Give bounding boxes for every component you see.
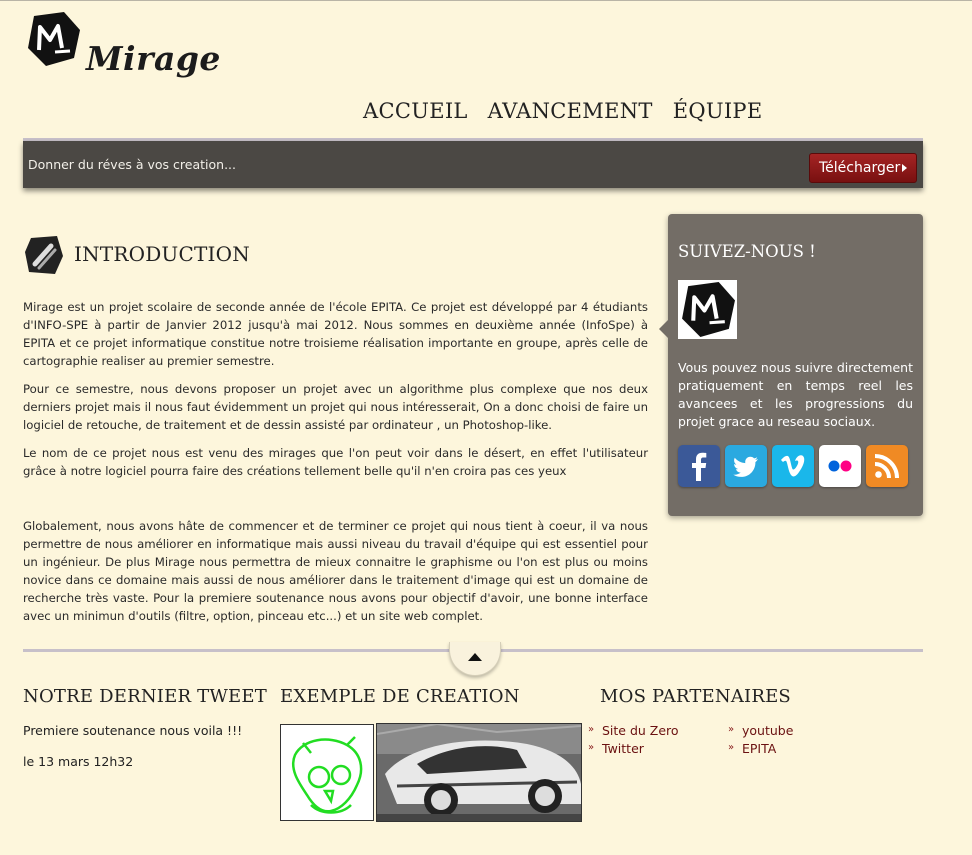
panel-pointer: [659, 320, 668, 338]
chevron-right-icon: »: [588, 742, 595, 753]
tweet-title: NOTRE DERNIER TWEET: [23, 686, 267, 707]
vimeo-icon[interactable]: [772, 445, 814, 487]
follow-us-panel: SUIVEZ-NOUS ! Vous pouvez nous suivre di…: [659, 214, 923, 516]
partner-link-epita[interactable]: EPITA: [742, 741, 776, 756]
tweet-date: le 13 mars 12h32: [23, 754, 134, 769]
banner-tagline: Donner du réves à vos creation...: [28, 157, 236, 172]
scroll-top-button[interactable]: [449, 642, 501, 676]
partner-link-youtube[interactable]: youtube: [742, 723, 793, 738]
partners-title: MOS PARTENAIRES: [600, 686, 791, 707]
partner-link-site-du-zero[interactable]: Site du Zero: [602, 723, 679, 738]
twitter-icon[interactable]: [725, 445, 767, 487]
avatar: [678, 280, 737, 339]
creation-thumbnail-drawing[interactable]: [280, 724, 374, 821]
tweet-text: Premiere soutenance nous voila !!!: [23, 723, 243, 738]
follow-us-text: Vous pouvez nous suivre directement prat…: [678, 360, 913, 429]
nav-equipe[interactable]: ÉQUIPE: [673, 99, 763, 123]
intro-paragraph: Mirage est un projet scolaire de seconde…: [23, 300, 648, 368]
partner-link-twitter[interactable]: Twitter: [602, 741, 644, 756]
pencil-icon: [23, 234, 65, 276]
chevron-right-icon: »: [728, 742, 735, 753]
social-links: [678, 445, 908, 487]
facebook-icon[interactable]: [678, 445, 720, 487]
chevron-right-icon: »: [588, 724, 595, 735]
logo-text[interactable]: Mirage: [86, 39, 221, 78]
arrow-right-icon: [902, 164, 907, 172]
rss-icon[interactable]: [866, 445, 908, 487]
intro-title: INTRODUCTION: [74, 242, 250, 266]
chevron-right-icon: »: [728, 724, 735, 735]
creation-thumbnail-car[interactable]: [376, 723, 582, 822]
banner: Donner du réves à vos creation... Téléch…: [23, 141, 923, 188]
main-nav: ACCUEIL AVANCEMENT ÉQUIPE: [363, 99, 763, 123]
creation-title: EXEMPLE DE CREATION: [280, 686, 520, 707]
intro-paragraph: Pour ce semestre, nous devons proposer u…: [23, 382, 648, 432]
arrow-up-icon: [468, 653, 482, 661]
download-button[interactable]: Télécharger: [809, 153, 917, 183]
follow-us-title: SUIVEZ-NOUS !: [678, 242, 816, 261]
logo-badge[interactable]: [24, 10, 82, 68]
download-button-label: Télécharger: [819, 160, 901, 176]
intro-body: Mirage est un projet scolaire de seconde…: [23, 298, 648, 635]
nav-avancement[interactable]: AVANCEMENT: [488, 99, 653, 123]
intro-paragraph: Le nom de ce projet nous est venu des mi…: [23, 446, 648, 478]
flickr-icon[interactable]: [819, 445, 861, 487]
intro-paragraph: Globalement, nous avons hâte de commence…: [23, 519, 648, 623]
nav-accueil[interactable]: ACCUEIL: [363, 99, 468, 123]
